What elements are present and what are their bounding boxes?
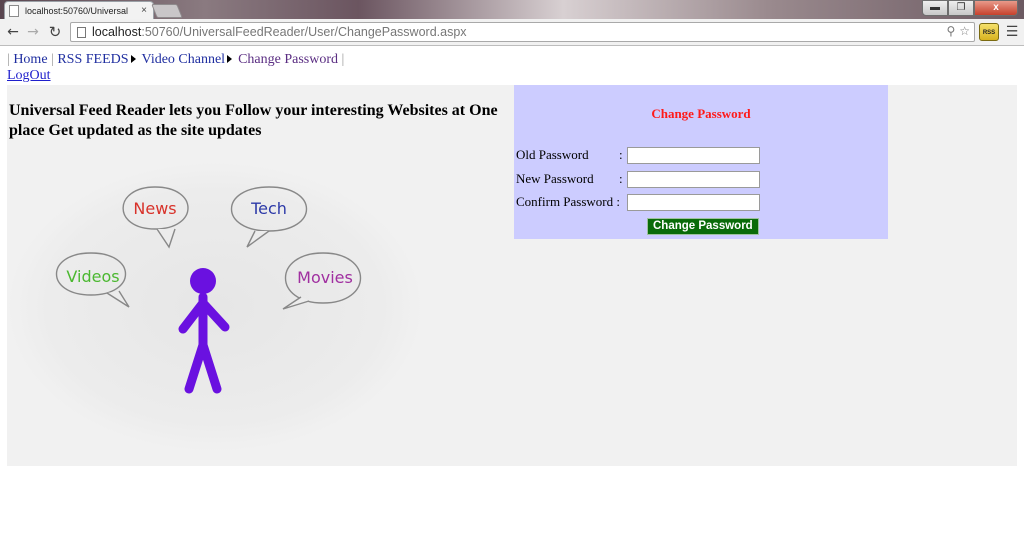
bookmark-star-icon[interactable]: ☆ (959, 24, 970, 38)
confirm-password-field[interactable] (627, 193, 760, 211)
top-nav: | Home | RSS FEEDS Video Channel Change Pa… (7, 52, 344, 68)
bubble-label: Tech (250, 199, 287, 218)
browser-toolbar: ← → ↻ localhost:50760/UniversalFeedReade… (0, 19, 1024, 46)
forward-arrow-icon[interactable]: → (24, 23, 42, 41)
new-tab-button[interactable] (151, 4, 183, 18)
reload-icon[interactable]: ↻ (46, 23, 64, 41)
close-window-button[interactable]: x (974, 0, 1018, 16)
url-path: :50760/UniversalFeedReader/User/ChangePa… (141, 25, 467, 39)
page-icon (9, 4, 19, 17)
address-bar[interactable]: localhost:50760/UniversalFeedReader/User… (70, 22, 975, 42)
logout-link[interactable]: LogOut (7, 68, 51, 84)
change-password-title: Change Password (651, 106, 751, 121)
window-controls: ▬ ❐ x (922, 0, 1018, 16)
old-password-field[interactable] (627, 146, 760, 164)
bubble-label: News (133, 199, 176, 218)
intro-heading: Universal Feed Reader lets you Follow yo… (9, 102, 498, 139)
nav-separator: | (51, 52, 54, 67)
submenu-arrow-icon[interactable] (130, 55, 136, 64)
new-password-field[interactable] (627, 170, 760, 188)
field-colon: : (619, 147, 623, 162)
minimize-button[interactable]: ▬ (922, 0, 948, 16)
change-password-button[interactable]: Change Password (647, 218, 759, 235)
field-colon: : (619, 171, 623, 186)
confirm-password-row: Confirm Password : (516, 192, 760, 212)
bubble-label: Videos (66, 267, 119, 286)
confirm-password-label: Confirm Password : (516, 194, 620, 209)
nav-video-channel-link[interactable]: Video Channel (142, 52, 226, 67)
submenu-arrow-icon[interactable] (227, 55, 233, 64)
maximize-button[interactable]: ❐ (948, 0, 974, 16)
url-host: localhost (92, 25, 142, 39)
nav-home-link[interactable]: Home (13, 52, 47, 67)
back-arrow-icon[interactable]: ← (4, 23, 22, 41)
bubble-label: Movies (297, 268, 353, 287)
illustration-background (7, 162, 423, 452)
zoom-icon[interactable]: ⚲ (946, 24, 955, 38)
old-password-label: Old Password (516, 147, 589, 162)
rss-extension-icon[interactable]: RSS (979, 23, 999, 41)
browser-menu-icon[interactable]: ☰ (1004, 23, 1020, 41)
web-page: | Home | RSS FEEDS Video Channel Change Pa… (0, 46, 1024, 548)
old-password-row: Old Password : (516, 145, 760, 165)
browser-tab[interactable]: localhost:50760/Universal × (4, 1, 154, 19)
nav-rss-feeds-link[interactable]: RSS FEEDS (57, 52, 128, 67)
nav-change-password-link[interactable]: Change Password (238, 52, 338, 67)
window-titlebar: localhost:50760/Universal × ▬ ❐ x (0, 0, 1024, 19)
change-password-panel: Change Password Old Password : New Passw… (514, 85, 888, 239)
nav-separator: | (341, 52, 345, 67)
new-password-row: New Password : (516, 169, 760, 189)
tab-title: localhost:50760/Universal (25, 5, 129, 16)
new-password-label: New Password (516, 171, 594, 186)
tab-close-icon[interactable]: × (139, 5, 149, 16)
nav-separator: | (7, 52, 10, 67)
page-info-icon[interactable] (77, 26, 86, 38)
feed-reader-illustration: News Tech Videos Movies (7, 162, 423, 452)
